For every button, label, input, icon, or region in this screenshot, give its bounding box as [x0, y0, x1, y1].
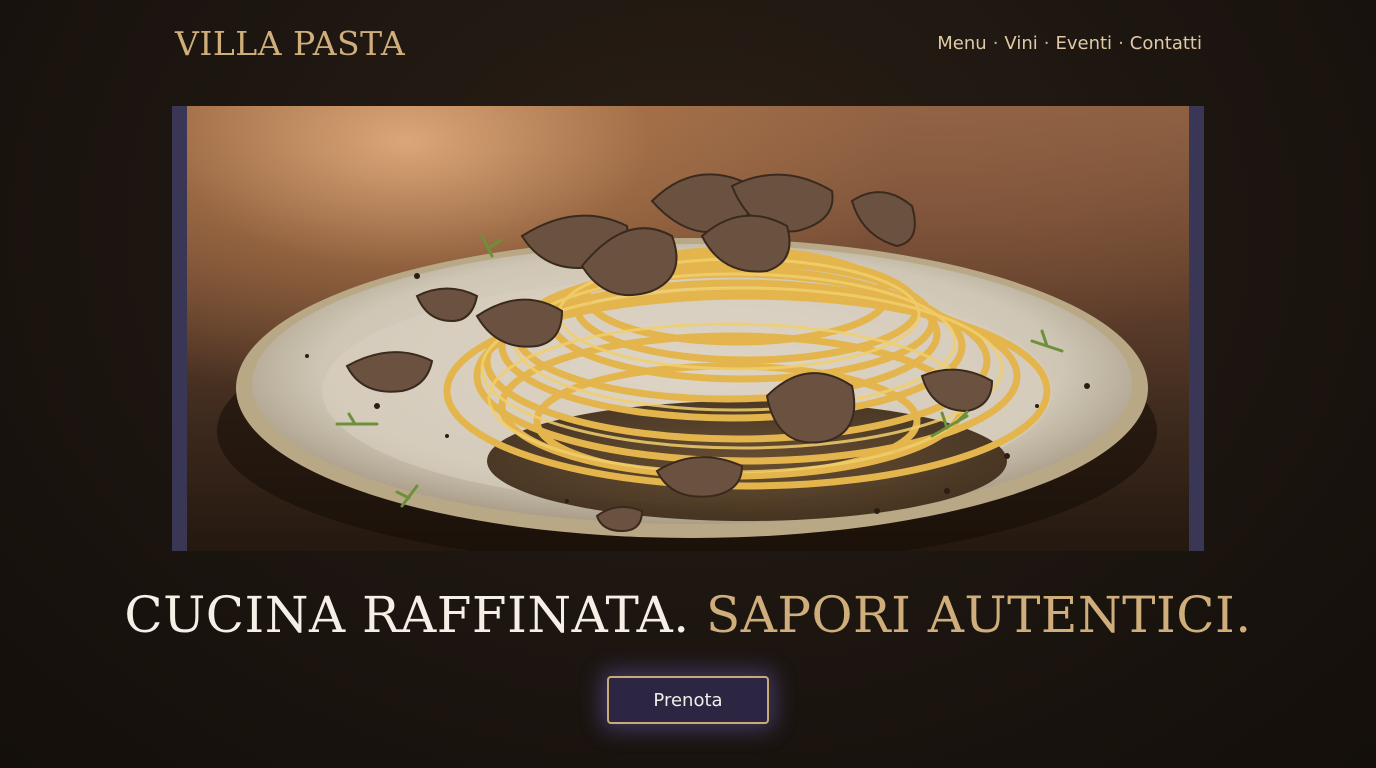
- nav-item-eventi[interactable]: Eventi: [1055, 33, 1112, 54]
- nav-item-menu[interactable]: Menu: [937, 33, 986, 54]
- truffle-pasta-photo: [217, 173, 1157, 551]
- nav-separator: ·: [1043, 33, 1050, 54]
- headline-part-1: CUCINA RAFFINATA.: [124, 586, 690, 644]
- brand-logo[interactable]: VILLA PASTA: [175, 24, 405, 63]
- hero-image-frame: [172, 106, 1204, 551]
- hero-photo: [187, 106, 1189, 551]
- headline-part-2: SAPORI AUTENTICI.: [706, 586, 1252, 644]
- nav-item-vini[interactable]: Vini: [1004, 33, 1037, 54]
- hero-headline: CUCINA RAFFINATA. SAPORI AUTENTICI.: [0, 586, 1376, 644]
- main-nav: Menu · Vini · Eventi · Contatti: [937, 33, 1202, 54]
- nav-separator: ·: [1118, 33, 1124, 54]
- nav-item-contatti[interactable]: Contatti: [1130, 33, 1202, 54]
- book-button[interactable]: Prenota: [607, 676, 769, 724]
- nav-separator: ·: [992, 33, 999, 54]
